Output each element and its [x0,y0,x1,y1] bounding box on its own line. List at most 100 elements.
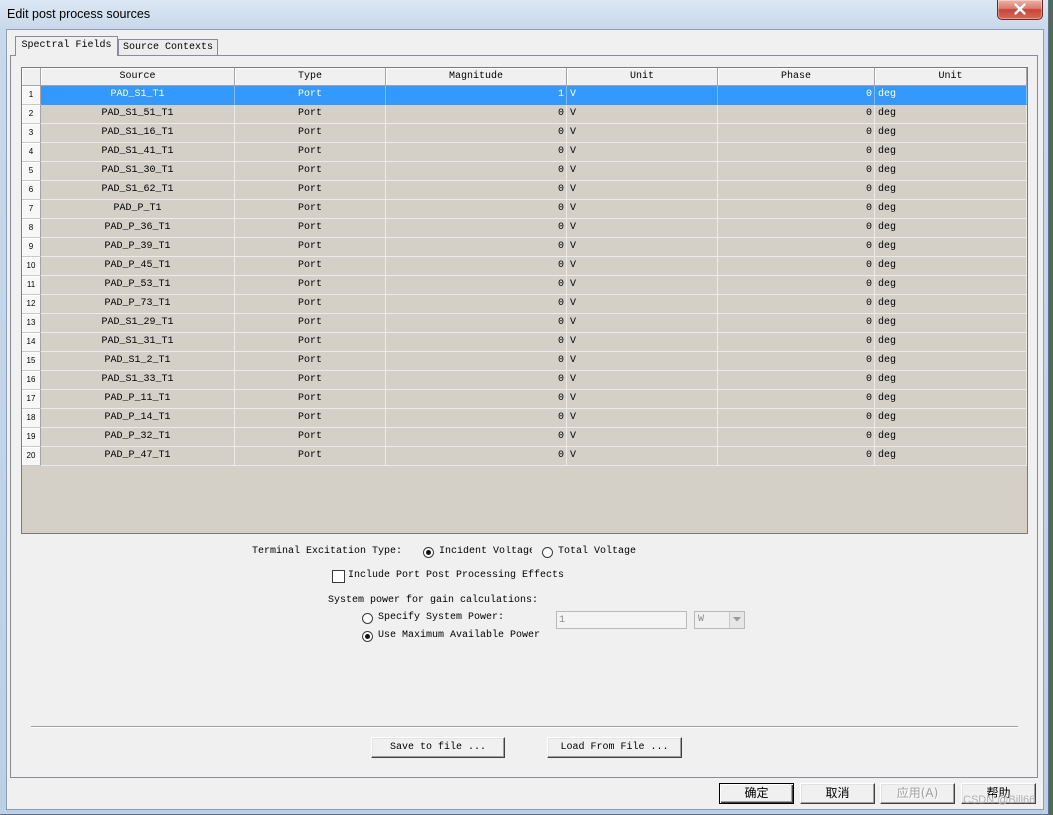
magnitude-unit-cell[interactable]: V [567,276,718,295]
type-cell[interactable]: Port [235,181,386,200]
type-cell[interactable]: Port [235,352,386,371]
phase-unit-cell[interactable]: deg [875,371,1027,390]
magnitude-cell[interactable]: 0 [386,352,567,371]
type-cell[interactable]: Port [235,276,386,295]
table-row[interactable]: 19 PAD_P_32_T1 Port 0 V 0 deg [22,428,1027,447]
table-row[interactable]: 12 PAD_P_73_T1 Port 0 V 0 deg [22,295,1027,314]
source-cell[interactable]: PAD_S1_31_T1 [41,333,235,352]
magnitude-cell[interactable]: 0 [386,162,567,181]
row-number-cell[interactable]: 6 [22,181,41,200]
phase-cell[interactable]: 0 [718,390,875,409]
magnitude-cell[interactable]: 0 [386,276,567,295]
column-header-magnitude-unit[interactable]: Unit [567,68,718,86]
magnitude-unit-cell[interactable]: V [567,333,718,352]
row-number-cell[interactable]: 4 [22,143,41,162]
load-from-file-button[interactable]: Load From File ... [547,737,682,758]
phase-cell[interactable]: 0 [718,314,875,333]
ok-button[interactable]: 确定 [719,783,794,804]
magnitude-unit-cell[interactable]: V [567,200,718,219]
magnitude-cell[interactable]: 0 [386,143,567,162]
phase-unit-cell[interactable]: deg [875,219,1027,238]
total-voltage-label[interactable]: Total Voltage [558,546,636,558]
type-cell[interactable]: Port [235,333,386,352]
phase-unit-cell[interactable]: deg [875,447,1027,466]
phase-cell[interactable]: 0 [718,124,875,143]
source-cell[interactable]: PAD_P_32_T1 [41,428,235,447]
table-row[interactable]: 18 PAD_P_14_T1 Port 0 V 0 deg [22,409,1027,428]
magnitude-cell[interactable]: 0 [386,428,567,447]
type-cell[interactable]: Port [235,409,386,428]
magnitude-cell[interactable]: 0 [386,200,567,219]
system-power-input[interactable] [556,611,687,629]
type-cell[interactable]: Port [235,447,386,466]
row-number-cell[interactable]: 11 [22,276,41,295]
table-row[interactable]: 20 PAD_P_47_T1 Port 0 V 0 deg [22,447,1027,466]
row-number-cell[interactable]: 14 [22,333,41,352]
type-cell[interactable]: Port [235,105,386,124]
tab-spectral-fields[interactable]: Spectral Fields [15,36,118,56]
source-cell[interactable]: PAD_S1_29_T1 [41,314,235,333]
phase-cell[interactable]: 0 [718,219,875,238]
magnitude-cell[interactable]: 0 [386,390,567,409]
magnitude-unit-cell[interactable]: V [567,181,718,200]
row-number-cell[interactable]: 3 [22,124,41,143]
magnitude-cell[interactable]: 0 [386,409,567,428]
magnitude-unit-cell[interactable]: V [567,295,718,314]
tab-source-contexts[interactable]: Source Contexts [118,39,218,55]
magnitude-unit-cell[interactable]: V [567,409,718,428]
phase-unit-cell[interactable]: deg [875,181,1027,200]
phase-cell[interactable]: 0 [718,200,875,219]
magnitude-cell[interactable]: 0 [386,124,567,143]
table-row[interactable]: 6 PAD_S1_62_T1 Port 0 V 0 deg [22,181,1027,200]
include-effects-label[interactable]: Include Port Post Processing Effects [348,570,564,582]
table-row[interactable]: 3 PAD_S1_16_T1 Port 0 V 0 deg [22,124,1027,143]
magnitude-cell[interactable]: 0 [386,371,567,390]
specify-system-power-label[interactable]: Specify System Power: [378,612,504,624]
magnitude-cell[interactable]: 0 [386,447,567,466]
row-header-corner[interactable] [22,68,41,86]
type-cell[interactable]: Port [235,124,386,143]
table-row[interactable]: 15 PAD_S1_2_T1 Port 0 V 0 deg [22,352,1027,371]
source-cell[interactable]: PAD_S1_2_T1 [41,352,235,371]
table-row[interactable]: 17 PAD_P_11_T1 Port 0 V 0 deg [22,390,1027,409]
phase-unit-cell[interactable]: deg [875,143,1027,162]
sources-table[interactable]: Source Type Magnitude Unit Phase Unit 1P… [21,67,1028,534]
source-cell[interactable]: PAD_S1_62_T1 [41,181,235,200]
row-number-cell[interactable]: 2 [22,105,41,124]
type-cell[interactable]: Port [235,428,386,447]
source-cell[interactable]: PAD_P_36_T1 [41,219,235,238]
table-row[interactable]: 13 PAD_S1_29_T1 Port 0 V 0 deg [22,314,1027,333]
phase-unit-cell[interactable]: deg [875,238,1027,257]
type-cell[interactable]: Port [235,86,386,105]
magnitude-unit-cell[interactable]: V [567,390,718,409]
table-row[interactable]: 11 PAD_P_53_T1 Port 0 V 0 deg [22,276,1027,295]
source-cell[interactable]: PAD_P_T1 [41,200,235,219]
source-cell[interactable]: PAD_P_11_T1 [41,390,235,409]
phase-unit-cell[interactable]: deg [875,200,1027,219]
table-row[interactable]: 9 PAD_P_39_T1 Port 0 V 0 deg [22,238,1027,257]
phase-unit-cell[interactable]: deg [875,409,1027,428]
phase-cell[interactable]: 0 [718,162,875,181]
magnitude-unit-cell[interactable]: V [567,162,718,181]
incident-voltage-label[interactable]: Incident Voltage [439,546,532,558]
phase-unit-cell[interactable]: deg [875,314,1027,333]
type-cell[interactable]: Port [235,238,386,257]
row-number-cell[interactable]: 13 [22,314,41,333]
type-cell[interactable]: Port [235,143,386,162]
type-cell[interactable]: Port [235,162,386,181]
magnitude-cell[interactable]: 1 [386,86,567,105]
phase-unit-cell[interactable]: deg [875,333,1027,352]
source-cell[interactable]: PAD_P_47_T1 [41,447,235,466]
phase-cell[interactable]: 0 [718,409,875,428]
column-header-type[interactable]: Type [235,68,386,86]
type-cell[interactable]: Port [235,219,386,238]
row-number-cell[interactable]: 1 [22,86,41,105]
type-cell[interactable]: Port [235,200,386,219]
source-cell[interactable]: PAD_S1_30_T1 [41,162,235,181]
table-row[interactable]: 8 PAD_P_36_T1 Port 0 V 0 deg [22,219,1027,238]
magnitude-cell[interactable]: 0 [386,333,567,352]
column-header-phase[interactable]: Phase [718,68,875,86]
magnitude-unit-cell[interactable]: V [567,86,718,105]
phase-unit-cell[interactable]: deg [875,124,1027,143]
row-number-cell[interactable]: 18 [22,409,41,428]
